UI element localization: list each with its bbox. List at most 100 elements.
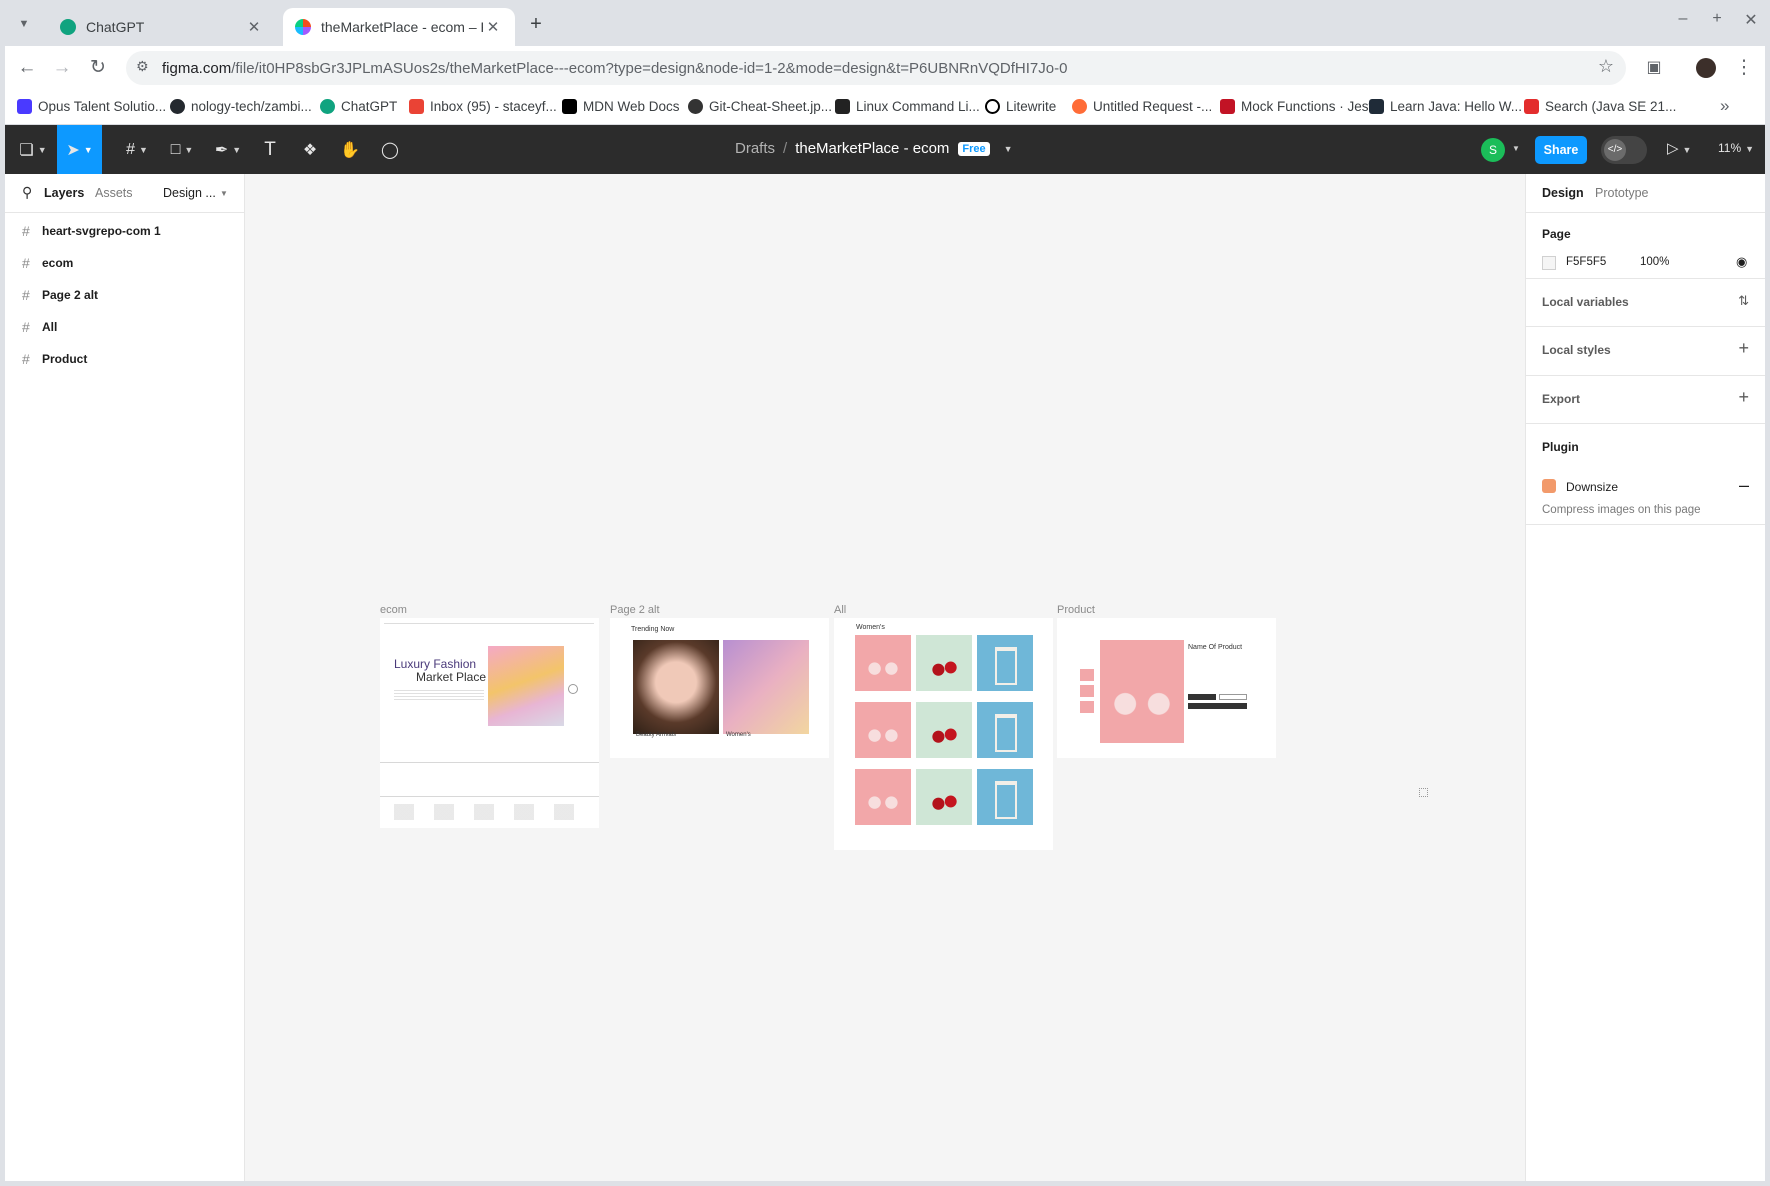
hand-tool[interactable]: ✋ [335,125,365,174]
profile-avatar[interactable] [1696,58,1716,78]
tab-chatgpt[interactable]: ChatGPT ✕ [48,8,276,46]
address-bar[interactable]: ⚙ figma.com/file/it0HP8sbGr3JPLmASUos2s/… [126,51,1626,85]
main-menu-button[interactable]: ❏ ▼ [13,125,53,174]
frame-tool[interactable]: # ▼ [117,125,157,174]
search-icon[interactable]: ⚲ [22,184,32,201]
maximize-icon[interactable]: + [1706,10,1728,28]
resources-tool[interactable]: ❖ [295,125,325,174]
close-window-icon[interactable]: ✕ [1740,10,1762,30]
caption-beauty: Beauty Arrivals [636,732,677,738]
reload-icon[interactable]: ↻ [86,56,110,80]
plugin-name[interactable]: Downsize [1566,480,1618,494]
layer-item[interactable]: # Product [5,343,244,375]
sliders-icon[interactable]: ⇅ [1738,293,1749,309]
page-color-hex[interactable]: F5F5F5 [1566,256,1606,268]
frame-icon: # [22,255,30,271]
close-tab-icon[interactable]: ✕ [244,18,264,36]
bookmark-item[interactable]: Litewrite [985,99,1056,114]
canvas-marker [1419,788,1428,797]
components-icon: ❖ [302,141,318,159]
frame-label-product[interactable]: Product [1057,604,1095,616]
chevron-down-icon[interactable]: ▼ [1512,144,1520,153]
tab-prototype[interactable]: Prototype [1595,186,1649,200]
chevron-down-icon[interactable]: ▼ [220,189,228,198]
cherries-image [916,769,972,825]
present-button[interactable]: ▷ ▼ [1667,139,1691,157]
headphones-image [855,769,911,825]
close-tab-icon[interactable]: ✕ [483,18,503,36]
eye-icon[interactable]: ◉ [1736,254,1747,270]
bookmark-item[interactable]: Search (Java SE 21... [1524,99,1676,114]
frame-ecom[interactable]: Luxury Fashion Market Place [380,618,599,828]
move-tool[interactable]: ➤ ▼ [57,125,102,174]
plan-badge[interactable]: Free [958,141,990,156]
avatar[interactable]: S [1481,138,1505,162]
thumbnail [1080,701,1094,713]
bookmark-item[interactable]: Learn Java: Hello W... [1369,99,1522,114]
dev-mode-toggle[interactable]: </> [1601,136,1647,164]
comment-tool[interactable]: ◯ [375,125,405,174]
frame-product[interactable]: Name Of Product [1057,618,1276,758]
frame-all[interactable]: Women's [834,618,1053,850]
layer-label: Page 2 alt [42,288,99,302]
bookmark-item[interactable]: Git-Cheat-Sheet.jp... [688,99,832,114]
tab-design[interactable]: Design [1542,186,1584,200]
nav-line [384,623,594,624]
bookmark-item[interactable]: Mock Functions · Jest [1220,99,1372,114]
minus-icon[interactable]: – [1739,475,1749,496]
bookmark-item[interactable]: MDN Web Docs [562,99,680,114]
zoom-menu[interactable]: 11% ▼ [1718,141,1754,155]
stool-shape [995,781,1017,819]
frame-page-2-alt[interactable]: Trending Now Beauty Arrivals Women's [610,618,829,758]
file-name[interactable]: theMarketPlace - ecom [795,140,949,157]
frame-icon: # [126,140,135,158]
text-tool[interactable]: T [255,125,285,174]
postman-icon [1072,99,1087,114]
more-bookmarks-icon[interactable]: » [1720,96,1729,116]
breadcrumb-drafts[interactable]: Drafts [735,140,775,157]
tab-search-button[interactable]: ▼ [12,12,36,36]
bookmark-item[interactable]: Untitled Request -... [1072,99,1212,114]
layer-item[interactable]: # All [5,311,244,343]
frame-label-all[interactable]: All [834,604,846,616]
bookmark-item[interactable]: Linux Command Li... [835,99,980,114]
headphones-image [855,702,911,758]
tab-assets[interactable]: Assets [95,186,133,200]
bookmark-star-icon[interactable]: ☆ [1598,56,1614,77]
layer-item[interactable]: # ecom [5,247,244,279]
bookmark-item[interactable]: Opus Talent Solutio... [17,99,166,114]
bookmark-item[interactable]: Inbox (95) - staceyf... [409,99,557,114]
plus-icon[interactable]: + [1738,338,1749,359]
design-canvas[interactable]: ecom Luxury Fashion Market Place Page 2 … [245,174,1525,1181]
bookmark-item[interactable]: nology-tech/zambi... [170,99,312,114]
chrome-menu-icon[interactable]: ⋮ [1732,56,1756,80]
frame-label-page-2-alt[interactable]: Page 2 alt [610,604,660,616]
pen-tool[interactable]: ✒ ▼ [208,125,248,174]
layer-item[interactable]: # Page 2 alt [5,279,244,311]
comment-icon: ◯ [381,141,399,159]
site-info-icon[interactable]: ⚙ [136,58,149,75]
tab-figma[interactable]: theMarketPlace - ecom – Figma ✕ [283,8,515,46]
plugin-section: Plugin Downsize – Compress images on thi… [1526,423,1765,525]
bookmark-label: Litewrite [1006,99,1057,114]
frame-label-ecom[interactable]: ecom [380,604,407,616]
litewrite-icon [985,99,1000,114]
bookmark-label: Mock Functions · Jest [1241,99,1373,114]
forward-icon[interactable]: → [50,56,74,80]
hero-copy [394,690,484,700]
tab-layers[interactable]: Layers [44,186,84,200]
page-color-swatch[interactable] [1542,256,1556,270]
minimize-icon[interactable]: – [1672,10,1694,28]
share-button[interactable]: Share [1535,136,1587,164]
chevron-down-icon[interactable]: ▼ [1004,144,1013,154]
extensions-icon[interactable]: ▣ [1642,56,1666,80]
plus-icon[interactable]: + [1738,387,1749,408]
tab-page-select[interactable]: Design ... [163,186,216,200]
bookmark-item[interactable]: ChatGPT [320,99,397,114]
new-tab-button[interactable]: + [524,12,548,36]
shape-tool[interactable]: □ ▼ [162,125,202,174]
back-icon[interactable]: ← [15,56,39,80]
bookmarks-bar: Opus Talent Solutio... nology-tech/zambi… [0,90,1770,125]
layer-item[interactable]: # heart-svgrepo-com 1 [5,215,244,247]
page-opacity[interactable]: 100% [1640,256,1669,268]
